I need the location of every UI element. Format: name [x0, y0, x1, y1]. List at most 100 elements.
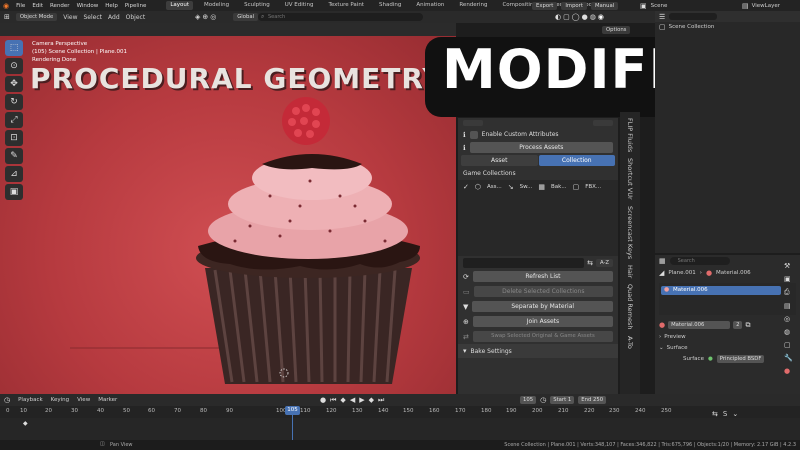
xray-icon[interactable]: ▢ [563, 13, 570, 21]
workspace-tab-rendering[interactable]: Rendering [455, 1, 491, 10]
material-props-icon[interactable]: ● [784, 367, 798, 375]
playhead-frame[interactable]: 105 [285, 406, 300, 415]
playback-menu[interactable]: Playback [18, 397, 43, 403]
tab-hair[interactable]: Hair [626, 265, 634, 278]
proportional-icon[interactable]: ◎ [210, 13, 216, 21]
clock-icon[interactable]: ◷ [540, 396, 546, 404]
editor-type-icon[interactable]: ⊞ [4, 13, 10, 21]
view-layer-props-icon[interactable]: ▤ [784, 302, 798, 310]
annotate-tool-icon[interactable]: ✎ [5, 148, 23, 164]
workspace-tab-shading[interactable]: Shading [375, 1, 405, 10]
arrows-icon[interactable]: ⇆ [587, 259, 593, 267]
play-reverse-icon[interactable]: ◀ [350, 396, 355, 404]
outliner-search-input[interactable] [669, 13, 718, 20]
outliner-scene-row[interactable]: ▢ Scene Collection [655, 22, 800, 32]
preview-section[interactable]: › Preview [655, 331, 800, 342]
rotate-tool-icon[interactable]: ↻ [5, 94, 23, 110]
transform-orientation-dropdown[interactable]: Global [233, 13, 259, 21]
object-menu[interactable]: Object [126, 14, 146, 21]
snap-icon[interactable]: ⊕ [202, 13, 208, 21]
export-button[interactable]: Export [532, 1, 558, 10]
outliner-editor-icon[interactable]: ☰ [659, 13, 665, 21]
keying-menu[interactable]: Keying [51, 397, 69, 403]
timeline-ruler[interactable]: 0 10 20 30 40 50 60 70 80 90 100 110 120… [0, 406, 800, 418]
keyframe-diamond-icon[interactable]: ◆ [23, 420, 28, 427]
scene-selector[interactable]: ▣ Scene [640, 1, 667, 10]
add-menu[interactable]: Add [108, 14, 120, 21]
menu-edit[interactable]: Edit [32, 3, 43, 9]
tab-flip-fluids[interactable]: FLIP Fluids [626, 118, 634, 152]
workspace-tab-animation[interactable]: Animation [412, 1, 448, 10]
material-browse-icon[interactable]: ● [659, 321, 665, 329]
material-name-field[interactable]: Material.006 [668, 321, 731, 329]
shader-selector[interactable]: Principled BSDF [716, 355, 765, 363]
keying-set-icon[interactable]: ⌄ [732, 410, 738, 418]
scene-props-icon[interactable]: ◎ [784, 315, 798, 323]
delete-selected-button[interactable]: Delete Selected Collections [473, 286, 613, 297]
menu-window[interactable]: Window [77, 3, 99, 9]
tab-auto[interactable]: A-To [626, 336, 634, 349]
properties-search-input[interactable]: Search [669, 257, 730, 265]
menu-pipeline[interactable]: Pipeline [125, 3, 147, 9]
modifier-props-icon[interactable]: 🔧 [784, 354, 798, 362]
timeline-editor-icon[interactable]: ◷ [4, 396, 10, 404]
material-users-count[interactable]: 2 [733, 321, 743, 329]
view-layer-selector[interactable]: ▤ ViewLayer [742, 1, 780, 10]
tab-asset[interactable]: Asset [461, 155, 538, 166]
manual-button[interactable]: Manual [590, 1, 619, 10]
blender-logo-icon[interactable]: ◉ [3, 2, 9, 10]
tab-collection[interactable]: Collection [538, 155, 615, 166]
view-menu[interactable]: View [63, 14, 77, 21]
record-icon[interactable]: ● [320, 396, 326, 404]
refresh-list-button[interactable]: Refresh List [472, 271, 613, 282]
workspace-tab-modeling[interactable]: Modeling [200, 1, 233, 10]
workspace-tab-uv-editing[interactable]: UV Editing [281, 1, 318, 10]
custom-attrs-checkbox[interactable] [469, 130, 478, 139]
render-props-icon[interactable]: ▣ [784, 275, 798, 283]
transform-tool-icon[interactable]: ⊡ [5, 130, 23, 146]
sort-az-button[interactable]: A-Z [595, 258, 613, 267]
material-slot-item[interactable]: Material.006 [661, 286, 781, 295]
rendered-shading-icon[interactable]: ◉ [598, 13, 604, 21]
timeline-track[interactable] [0, 418, 800, 440]
scale-tool-icon[interactable]: ⤢ [5, 112, 23, 128]
workspace-tab-layout[interactable]: Layout [166, 1, 194, 10]
cursor-tool-icon[interactable]: ⊙ [5, 58, 23, 74]
end-frame-field[interactable]: End 250 [578, 396, 607, 404]
swap-assets-button[interactable]: Swap Selected Original & Game Assets [472, 331, 613, 342]
tab-quad-remesh[interactable]: Quad Remesh [626, 284, 634, 329]
object-props-icon[interactable]: ▢ [784, 341, 798, 349]
jump-end-icon[interactable]: ⏭ [378, 396, 384, 405]
tab-screencast-keys[interactable]: Screencast Keys [626, 206, 634, 259]
collection-list-row[interactable]: ✓ ⬡ Ass... ↘ Sw... ▦ Bak... ▢ FBX... [458, 180, 618, 194]
duplicate-icon[interactable]: ⧉ [745, 321, 750, 330]
play-icon[interactable]: ▶ [359, 396, 364, 404]
tool-props-icon[interactable]: ⚒ [784, 262, 798, 270]
process-assets-button[interactable]: Process Assets [469, 142, 613, 153]
solid-shading-icon[interactable]: ● [582, 13, 588, 21]
bake-settings-header[interactable]: ▾ Bake Settings [458, 344, 618, 358]
separate-material-button[interactable]: Separate by Material [472, 301, 613, 312]
panel-dropdown[interactable] [463, 120, 483, 126]
world-props-icon[interactable]: ◍ [784, 328, 798, 336]
material-shading-icon[interactable]: ◍ [590, 13, 596, 21]
join-assets-button[interactable]: Join Assets [472, 316, 613, 327]
options-dropdown[interactable]: Options [602, 26, 631, 34]
auto-key-icon[interactable]: ⇆ [712, 410, 718, 418]
output-props-icon[interactable]: ⎙ [784, 288, 798, 297]
jump-start-icon[interactable]: ⏮ [330, 396, 336, 405]
tab-shortcut-vur[interactable]: Shortcut VUr [626, 158, 634, 200]
properties-editor-icon[interactable]: ▦ [659, 257, 666, 265]
menu-help[interactable]: Help [105, 3, 118, 9]
prev-key-icon[interactable]: ◆ [340, 396, 345, 404]
import-button[interactable]: Import [561, 1, 587, 10]
workspace-tab-texture-paint[interactable]: Texture Paint [324, 1, 368, 10]
panel-remove-button[interactable] [593, 120, 613, 126]
overlay-icon[interactable]: ◐ [555, 13, 561, 21]
pivot-icon[interactable]: ◈ [195, 13, 200, 21]
workspace-tab-sculpting[interactable]: Sculpting [240, 1, 274, 10]
next-key-icon[interactable]: ◆ [369, 396, 374, 404]
start-frame-field[interactable]: Start 1 [550, 396, 575, 404]
select-box-tool-icon[interactable]: ⬚ [5, 40, 23, 56]
add-cube-tool-icon[interactable]: ▣ [5, 184, 23, 200]
